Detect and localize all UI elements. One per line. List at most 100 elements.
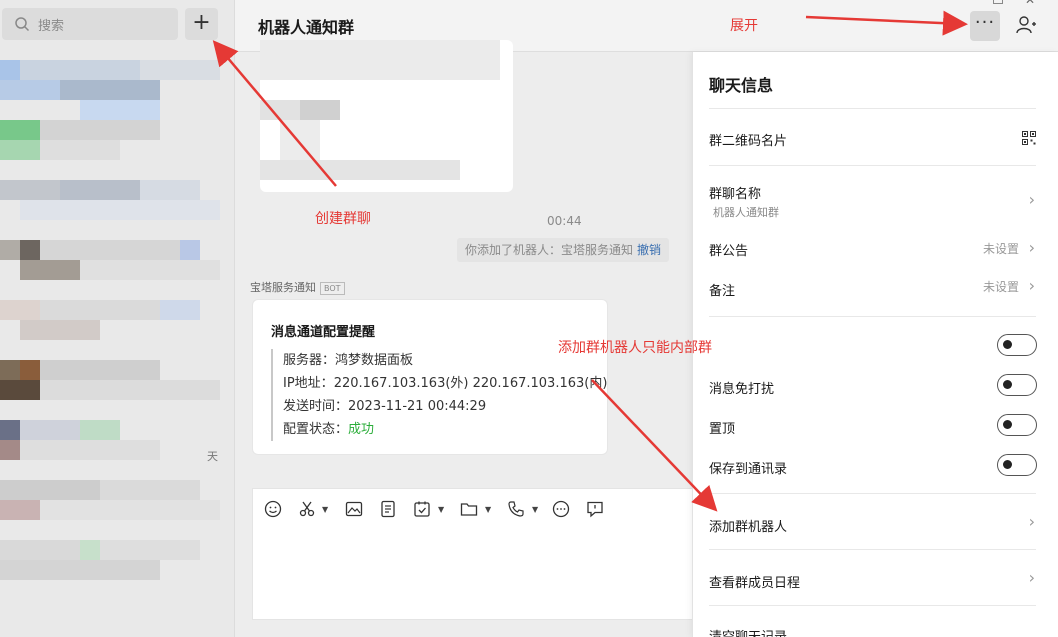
- conversation-preview-text: 天: [207, 450, 218, 463]
- conversation-item-blurred[interactable]: [0, 360, 234, 420]
- chevron-down-icon[interactable]: ▼: [485, 505, 491, 514]
- close-window-icon[interactable]: ✕: [1025, 0, 1035, 7]
- divider: [709, 165, 1036, 166]
- divider: [709, 108, 1036, 109]
- system-notice-text: 你添加了机器人：宝塔服务通知: [465, 243, 634, 257]
- image-icon[interactable]: [345, 500, 363, 518]
- bot-message-card: 消息通道配置提醒 服务器：鸿梦数据面板 IP地址：220.167.103.163…: [252, 299, 608, 455]
- screenshot-icon[interactable]: [298, 500, 316, 518]
- toggle-knob: [1003, 380, 1012, 389]
- group-notice-label: 群公告: [709, 244, 749, 259]
- toggle-knob: [1003, 420, 1012, 429]
- chevron-right-icon: ›: [1028, 238, 1035, 257]
- divider: [709, 605, 1036, 606]
- save-contacts-toggle[interactable]: [997, 454, 1037, 476]
- save-contacts-label: 保存到通讯录: [709, 462, 788, 477]
- chevron-right-icon: ›: [1028, 190, 1035, 209]
- clear-history-label: 清空聊天记录: [709, 626, 787, 637]
- message-sender: 宝塔服务通知 BOT: [250, 279, 345, 295]
- feedback-icon[interactable]: [586, 500, 604, 518]
- undo-link[interactable]: 撤销: [637, 243, 661, 257]
- remark-row[interactable]: 备注 未设置 ›: [693, 276, 1058, 302]
- more-icon[interactable]: [552, 500, 570, 518]
- chevron-down-icon[interactable]: ▼: [322, 505, 328, 514]
- conversation-item-blurred[interactable]: [0, 300, 234, 360]
- search-placeholder: 搜索: [38, 19, 65, 34]
- member-schedule-label: 查看群成员日程: [709, 576, 801, 591]
- add-member-icon[interactable]: [1015, 14, 1037, 36]
- card-field-label: IP地址：: [283, 376, 334, 391]
- toggle-knob: [1003, 340, 1012, 349]
- card-field-value: 2023-11-21 00:44:29: [348, 399, 487, 414]
- mute-toggle[interactable]: [997, 374, 1037, 396]
- card-field-value: 220.167.103.163(外) 220.167.103.163(内): [333, 376, 608, 391]
- sender-name: 宝塔服务通知: [250, 281, 316, 294]
- group-name-label: 群聊名称: [709, 187, 762, 202]
- toggle-switch[interactable]: [997, 334, 1037, 356]
- divider: [709, 493, 1036, 494]
- mute-label: 消息免打扰: [709, 382, 775, 397]
- chevron-down-icon[interactable]: ▼: [438, 505, 444, 514]
- chevron-down-icon[interactable]: ▼: [532, 505, 538, 514]
- divider: [709, 549, 1036, 550]
- group-name-row[interactable]: 群聊名称 机器人通知群 ›: [693, 180, 1058, 220]
- schedule-icon[interactable]: [413, 500, 431, 518]
- card-field-label: 配置状态：: [283, 422, 349, 437]
- card-field-value: 鸿梦数据面板: [335, 353, 414, 368]
- document-icon[interactable]: [379, 500, 397, 518]
- clear-history-row[interactable]: 清空聊天记录: [693, 624, 1058, 637]
- conversation-list-pane: 搜索 + 天: [0, 0, 235, 637]
- emoji-icon[interactable]: [264, 500, 282, 518]
- conversation-item-blurred[interactable]: [0, 480, 234, 540]
- card-body: 服务器：鸿梦数据面板 IP地址：220.167.103.163(外) 220.1…: [271, 349, 607, 441]
- chevron-right-icon: ›: [1028, 568, 1035, 587]
- wecom-window: 搜索 + 天 机器人通知群 ✕ ··· 00:44 你添加了机器人：宝塔服务通知…: [0, 0, 1058, 637]
- member-schedule-row[interactable]: 查看群成员日程 ›: [693, 568, 1058, 594]
- message-input-area[interactable]: ▼ ▼ ▼ ▼: [252, 488, 712, 620]
- group-notice-value: 未设置: [982, 242, 1019, 256]
- remark-value: 未设置: [982, 280, 1019, 294]
- maximize-icon[interactable]: [993, 0, 1003, 4]
- divider: [709, 316, 1036, 317]
- conversation-item-blurred[interactable]: [0, 540, 234, 600]
- chevron-right-icon: ›: [1028, 276, 1035, 295]
- more-options-button[interactable]: ···: [970, 11, 1000, 41]
- create-group-button[interactable]: +: [185, 8, 218, 40]
- system-notice: 你添加了机器人：宝塔服务通知 撤销: [457, 238, 670, 262]
- group-name-value: 机器人通知群: [713, 206, 779, 219]
- card-line-status: 配置状态：成功: [283, 418, 607, 441]
- group-notice-row[interactable]: 群公告 未设置 ›: [693, 238, 1058, 262]
- conversation-item-blurred[interactable]: [0, 240, 234, 300]
- pin-toggle[interactable]: [997, 414, 1037, 436]
- search-box[interactable]: 搜索: [2, 8, 178, 40]
- conversation-item-blurred[interactable]: [0, 180, 234, 240]
- conversation-item-blurred[interactable]: [0, 60, 234, 120]
- card-line-time: 发送时间：2023-11-21 00:44:29: [283, 395, 607, 418]
- conversation-item-blurred[interactable]: [0, 120, 234, 180]
- message-bubble-blurred: [260, 40, 513, 192]
- card-line-ip: IP地址：220.167.103.163(外) 220.167.103.163(…: [283, 372, 607, 395]
- panel-title: 聊天信息: [709, 76, 774, 95]
- status-success: 成功: [348, 422, 375, 437]
- chevron-right-icon: ›: [1028, 512, 1035, 531]
- mute-row: 消息免打扰: [693, 374, 1058, 400]
- toggle-row: [693, 334, 1058, 360]
- message-timestamp: 00:44: [547, 214, 582, 228]
- group-qr-row[interactable]: 群二维码名片: [693, 128, 1058, 152]
- save-contacts-row: 保存到通讯录: [693, 454, 1058, 480]
- qr-code-icon: [1022, 131, 1036, 145]
- add-group-bot-row[interactable]: 添加群机器人 ›: [693, 512, 1058, 538]
- toggle-knob: [1003, 460, 1012, 469]
- remark-label: 备注: [709, 284, 736, 299]
- folder-icon[interactable]: [460, 500, 478, 518]
- conversation-item-blurred[interactable]: [0, 420, 234, 480]
- annotation-create-group: 创建群聊: [315, 211, 371, 227]
- group-qr-label: 群二维码名片: [709, 134, 788, 149]
- bot-badge: BOT: [320, 282, 345, 295]
- search-icon: [15, 17, 30, 32]
- phone-icon[interactable]: [507, 500, 525, 518]
- card-title: 消息通道配置提醒: [271, 325, 376, 340]
- pin-label: 置顶: [709, 422, 736, 437]
- pin-row: 置顶: [693, 414, 1058, 440]
- add-group-bot-label: 添加群机器人: [709, 520, 788, 535]
